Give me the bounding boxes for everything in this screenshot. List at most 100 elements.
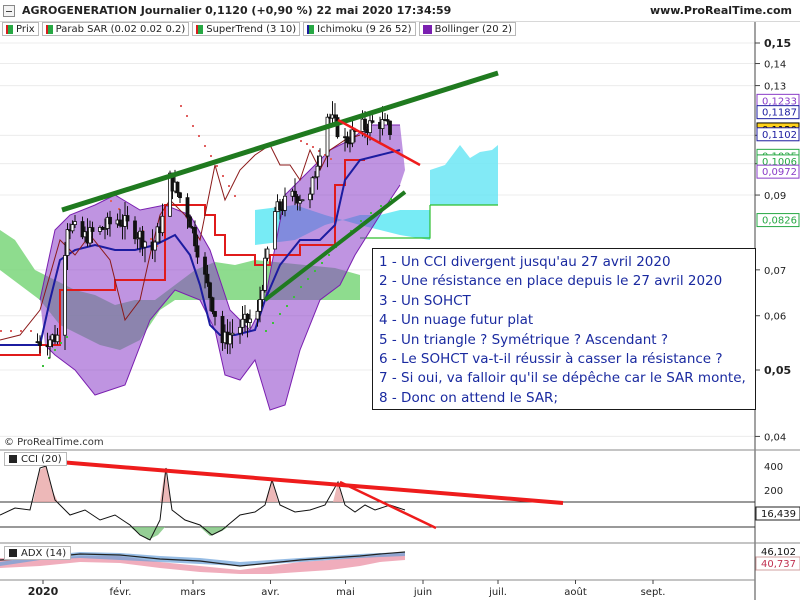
sar-dot-red (20, 330, 22, 332)
sar-dot-red (234, 195, 236, 197)
sar-dot-green (370, 212, 372, 214)
candle-body (48, 339, 52, 347)
adx-value-2: 40,737 (761, 559, 796, 570)
sar-dot-green (265, 330, 267, 332)
candle-body (260, 289, 265, 300)
candle-body (108, 216, 112, 225)
candle-body (133, 220, 137, 240)
adx-value: 46,102 (761, 547, 796, 558)
sar-dot-green (328, 254, 330, 256)
price-tag-value: 0,1187 (762, 108, 797, 119)
ichimoku-cloud-future (430, 145, 498, 205)
note-line: 3 - Un SOHCT (379, 292, 471, 309)
cci-swatch (9, 455, 17, 463)
sar-dot-green (42, 365, 44, 367)
candle-body (388, 120, 392, 135)
sar-dot-green (380, 205, 382, 207)
cci-oversold-fill (130, 527, 165, 540)
price-tick-label: 0,07 (764, 266, 786, 277)
candle-body (55, 334, 60, 343)
candle-body (90, 227, 95, 232)
cci-tick: 400 (764, 462, 783, 473)
watermark: © ProRealTime.com (4, 437, 104, 448)
sar-dot-green (314, 270, 316, 272)
candle-body (325, 116, 330, 157)
sar-dot-red (198, 135, 200, 137)
candle-body (160, 215, 165, 234)
candle-body (205, 273, 210, 284)
candle-body (308, 193, 312, 201)
candle-body (278, 201, 282, 211)
candle-body (178, 192, 182, 199)
candle-body (73, 221, 77, 225)
analysis-notes: 1 - Un CCI divergent jusqu'au 27 avril 2… (372, 248, 756, 410)
adx-legend-label: ADX (14) (21, 547, 67, 559)
time-tick-label: 2020 (28, 585, 59, 598)
price-tag-value: 0,0972 (762, 167, 797, 178)
candle-body (370, 120, 375, 123)
candle-body (345, 136, 350, 144)
cci-tick: 200 (764, 486, 783, 497)
candle-body (175, 181, 180, 194)
candle-body (240, 318, 245, 328)
candle-body (38, 341, 42, 346)
candle-body (300, 199, 305, 202)
candle-body (263, 257, 267, 291)
time-tick-label: sept. (641, 587, 666, 598)
price-tick-label: 0,09 (764, 191, 786, 202)
candle-body (153, 241, 157, 251)
note-line: 8 - Donc on attend le SAR; (379, 389, 558, 406)
candle-body (213, 311, 217, 317)
sar-dot-red (222, 175, 224, 177)
candle-body (210, 297, 215, 312)
note-line: 4 - Un nuage futur plat (379, 312, 534, 329)
sar-dot-green (293, 296, 295, 298)
sar-dot-red (216, 165, 218, 167)
candle-body (255, 310, 260, 320)
sar-dot-red (306, 143, 308, 145)
candle-body (143, 241, 147, 248)
sar-dot-green (360, 220, 362, 222)
sar-dot-green (300, 286, 302, 288)
price-tag-value: 0,0826 (762, 216, 797, 227)
sar-dot-red (192, 125, 194, 127)
adx-swatch (9, 549, 17, 557)
candle-body (283, 195, 287, 211)
candle-body (248, 318, 252, 323)
candle-body (293, 190, 297, 197)
note-line: 7 - Si oui, va falloir qu'il se dépêche … (379, 370, 746, 387)
time-tick-label: juil. (488, 587, 507, 598)
sar-dot-red (10, 330, 12, 332)
time-tick-label: juin (413, 587, 432, 598)
candle-body (315, 165, 320, 178)
candle-body (65, 229, 70, 256)
time-tick-label: févr. (110, 586, 132, 598)
sar-dot-red (150, 238, 152, 240)
sar-dot-green (390, 198, 392, 200)
candle-body (70, 224, 75, 232)
adx-legend[interactable]: ADX (14) (4, 546, 72, 560)
time-tick-label: mars (180, 587, 205, 598)
price-tick-label: 0,14 (764, 60, 786, 71)
sar-dot-red (204, 145, 206, 147)
sar-dot-green (321, 262, 323, 264)
price-tick-label: 0,13 (764, 82, 786, 93)
sar-dot-green (66, 336, 68, 338)
time-axis-labels: 2020 févr. mars avr. mai juin juil. août sept. (28, 580, 666, 598)
candle-body (208, 282, 212, 299)
sar-dot-green (272, 322, 274, 324)
time-tick-label: mai (336, 587, 355, 598)
note-line: 2 - Une résistance en place depuis le 27… (379, 273, 723, 290)
price-tag-value: 0,1102 (762, 130, 797, 141)
candle-body (203, 256, 207, 275)
candle-body (125, 215, 130, 222)
candle-body (333, 114, 337, 118)
sar-dot-red (330, 158, 332, 160)
cci-legend[interactable]: CCI (20) (4, 452, 67, 466)
sar-dot-green (54, 349, 56, 351)
sar-dot-red (110, 200, 112, 202)
candle-body (230, 332, 235, 336)
candle-body (318, 155, 322, 167)
sar-dot-green (307, 278, 309, 280)
candle-body (193, 226, 197, 247)
